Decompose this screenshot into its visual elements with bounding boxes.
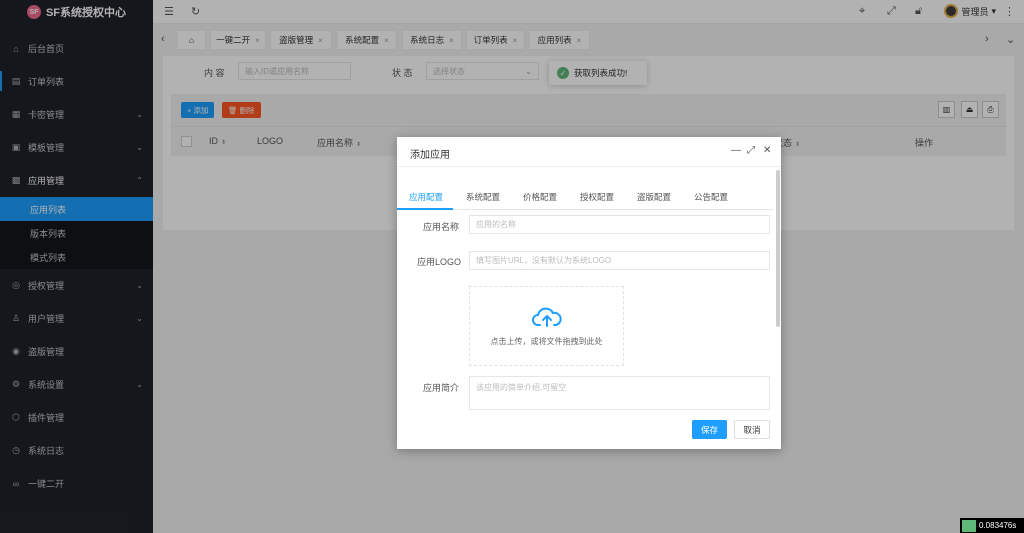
add-app-modal: 添加应用 — ⤢ ✕ 应用配置 系统配置 价格配置 授权配置 盗版配置 公告配置… [397,137,781,449]
close-icon[interactable]: ✕ [763,145,771,156]
tab-notice-config[interactable]: 公告配置 [694,191,728,203]
app-logo-label: 应用LOGO [416,257,461,267]
tab-price-config[interactable]: 价格配置 [523,191,557,203]
app-desc-label: 应用简介 [422,383,459,393]
app-logo-input[interactable]: 填写图片URL，没有默认为系统LOGO [469,251,770,270]
app-name-label: 应用名称 [422,222,459,232]
save-button[interactable]: 保存 [692,420,727,439]
modal-title: 添加应用 [410,150,450,161]
tab-auth-config[interactable]: 授权配置 [580,191,614,203]
modal-tabs: 应用配置 系统配置 价格配置 授权配置 盗版配置 公告配置 [397,186,773,210]
debug-time: 0.083476s [979,521,1017,530]
maximize-icon[interactable]: ⤢ [747,145,755,156]
tab-piracy-config[interactable]: 盗版配置 [637,191,671,203]
tab-system-config[interactable]: 系统配置 [466,191,500,203]
cancel-button[interactable]: 取消 [734,420,770,439]
active-tab-indicator [397,208,453,210]
modal-scrollbar[interactable] [776,170,780,327]
app-desc-textarea[interactable]: 该应用的简单介绍,可留空 [469,376,770,410]
modal-header: 添加应用 — ⤢ ✕ [397,137,781,167]
cloud-upload-icon [531,307,562,327]
tab-app-config[interactable]: 应用配置 [409,191,443,203]
debug-logo-icon [962,519,976,532]
app-name-input[interactable]: 应用的名称 [469,215,770,234]
upload-dropzone[interactable]: 点击上传，或将文件拖拽到此处 [469,286,624,366]
debug-badge[interactable]: 0.083476s [960,518,1024,533]
minimize-icon[interactable]: — [731,145,741,156]
upload-hint: 点击上传，或将文件拖拽到此处 [490,336,603,346]
